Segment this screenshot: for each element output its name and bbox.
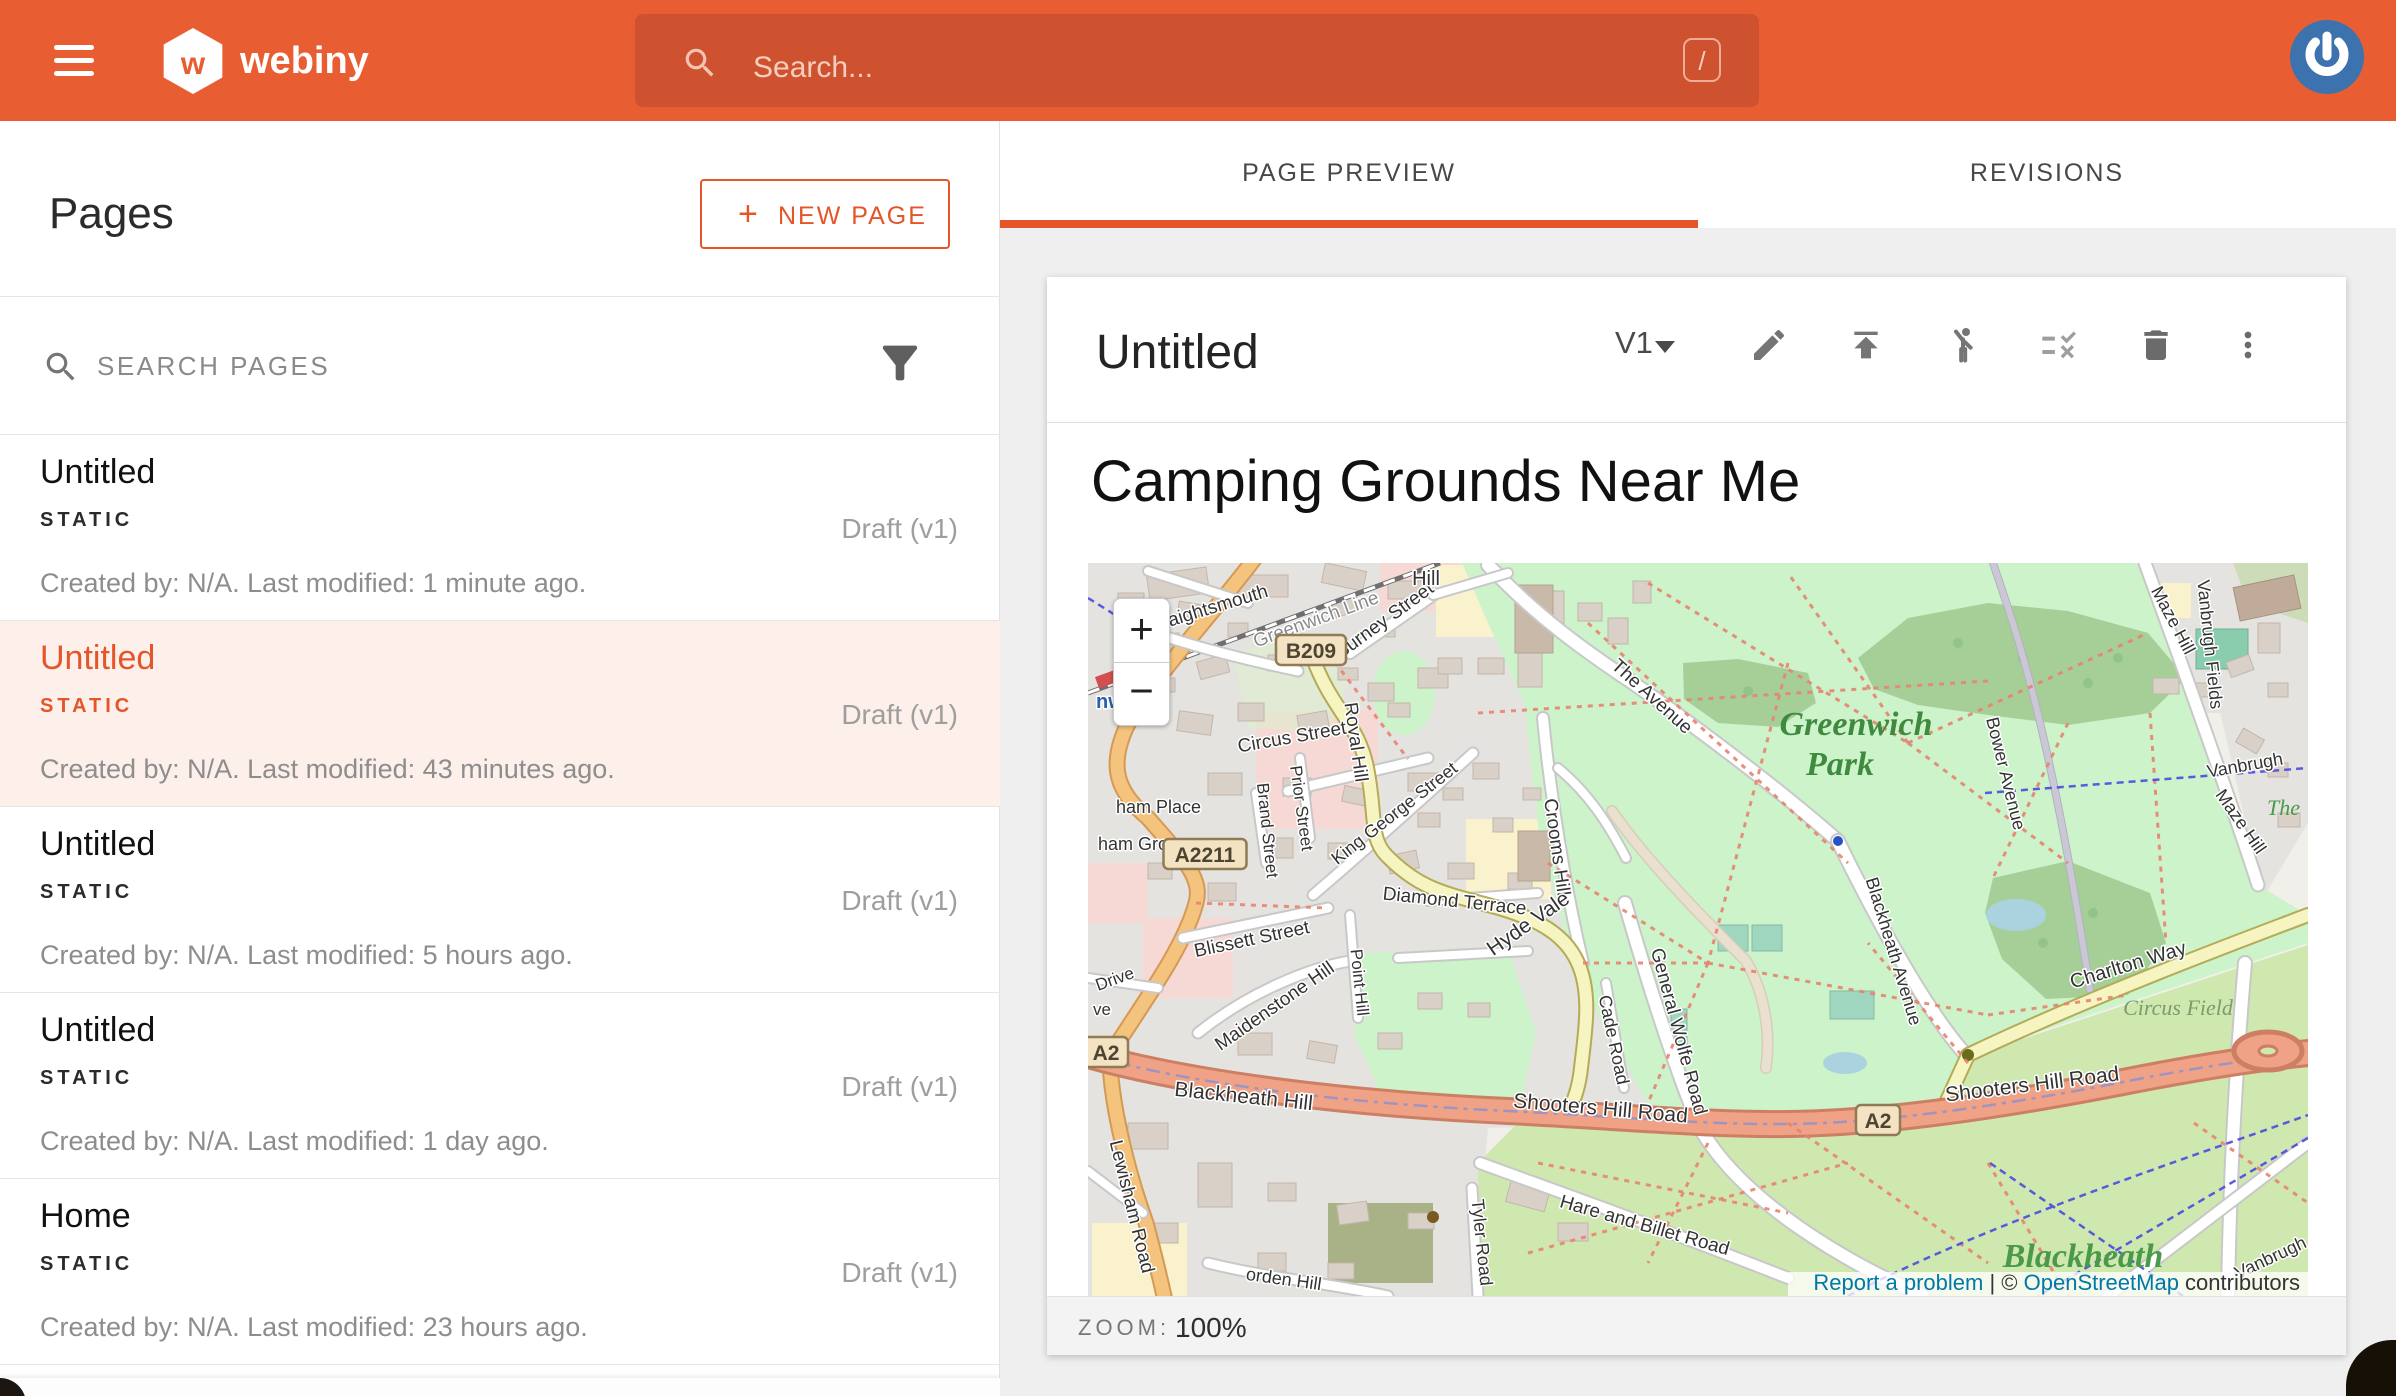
svg-text:ham Place: ham Place bbox=[1116, 797, 1201, 817]
svg-text:A2: A2 bbox=[1093, 1042, 1120, 1065]
svg-text:B209: B209 bbox=[1286, 640, 1336, 663]
svg-text:ve: ve bbox=[1093, 1000, 1111, 1019]
svg-text:Report a problem | © OpenStree: Report a problem | © OpenStreetMap contr… bbox=[1813, 1270, 2300, 1295]
svg-text:Hill: Hill bbox=[1412, 568, 1440, 590]
svg-text:A2211: A2211 bbox=[1175, 844, 1236, 867]
svg-text:Circus Field: Circus Field bbox=[2123, 995, 2234, 1020]
svg-text:Greenwich: Greenwich bbox=[1780, 706, 1933, 743]
svg-text:w: w bbox=[180, 46, 206, 81]
svg-text:Park: Park bbox=[1805, 746, 1874, 783]
svg-text:A2: A2 bbox=[1865, 1110, 1892, 1133]
svg-text:The: The bbox=[2267, 795, 2300, 820]
